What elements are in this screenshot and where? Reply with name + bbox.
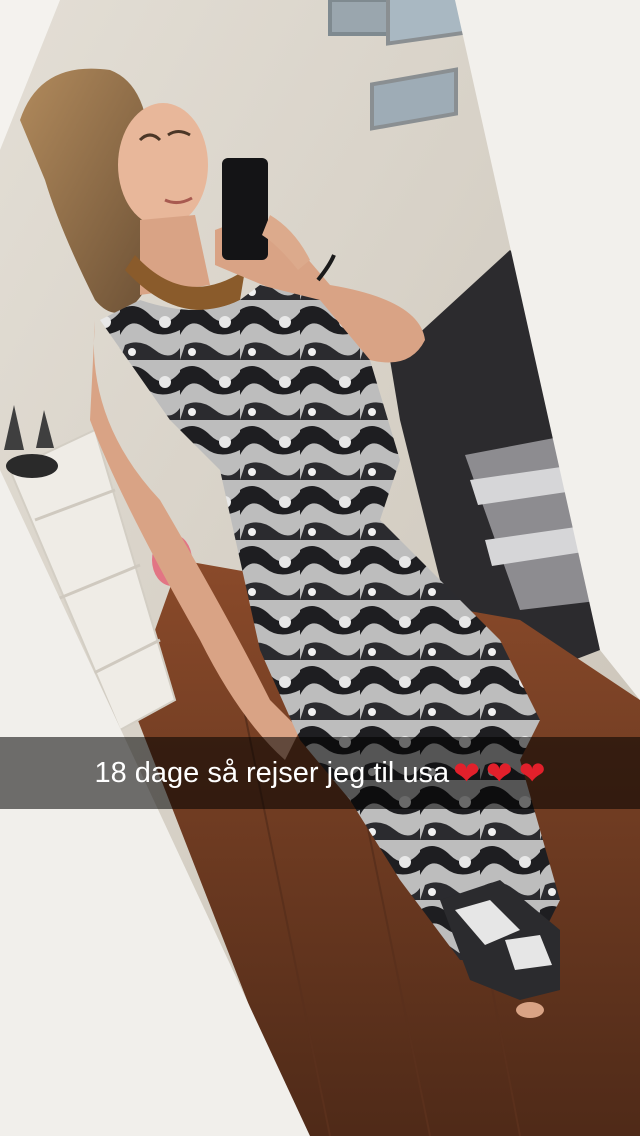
phone <box>222 158 268 260</box>
heart-icon: ❤ <box>485 754 513 792</box>
caption-bar: 18 dage så rejser jeg til usa ❤ ❤ ❤ <box>0 737 640 809</box>
face <box>118 103 208 227</box>
snap-photo <box>0 0 640 1136</box>
caption-text: 18 dage så rejser jeg til usa <box>94 757 450 789</box>
dresser-object <box>6 454 58 478</box>
heart-icon: ❤ <box>453 754 480 792</box>
heart-icon: ❤ <box>518 754 546 792</box>
hearts-group: ❤ ❤ ❤ <box>453 737 545 809</box>
